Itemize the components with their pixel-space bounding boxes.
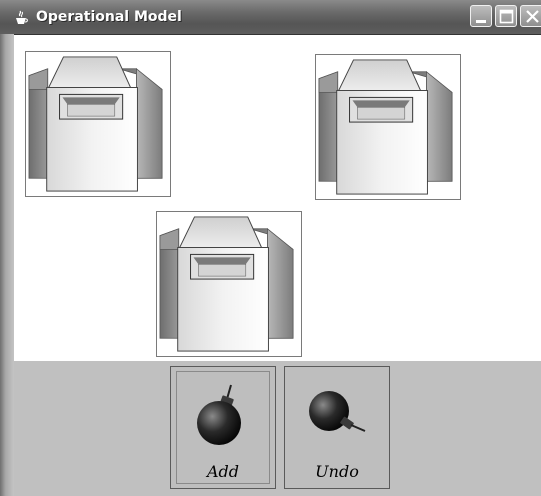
java-cup-icon[interactable] [14, 10, 28, 26]
application-window: Operational Model Add Undo [0, 0, 541, 496]
add-button-label: Add [206, 462, 240, 481]
bomb-fuse-icon [309, 391, 366, 432]
undo-button[interactable]: Undo [284, 366, 390, 489]
maximize-button[interactable] [495, 5, 517, 27]
undo-button-label: Undo [315, 462, 359, 481]
toolbar: Add Undo [14, 361, 541, 496]
machine-node[interactable] [156, 211, 302, 357]
minimize-icon [476, 20, 486, 23]
close-icon [526, 10, 539, 23]
bomb-icon [197, 384, 241, 445]
machine-node[interactable] [315, 54, 461, 200]
machine-icon [26, 52, 170, 196]
window-frame-edge [0, 34, 14, 496]
maximize-icon [499, 9, 514, 24]
close-button[interactable] [520, 5, 541, 27]
machine-icon [157, 212, 301, 356]
window-title: Operational Model [36, 9, 182, 25]
minimize-button[interactable] [470, 5, 492, 27]
machine-icon [316, 55, 460, 199]
add-button[interactable]: Add [170, 366, 276, 489]
machine-node[interactable] [25, 51, 171, 197]
title-bar[interactable]: Operational Model [0, 0, 541, 35]
